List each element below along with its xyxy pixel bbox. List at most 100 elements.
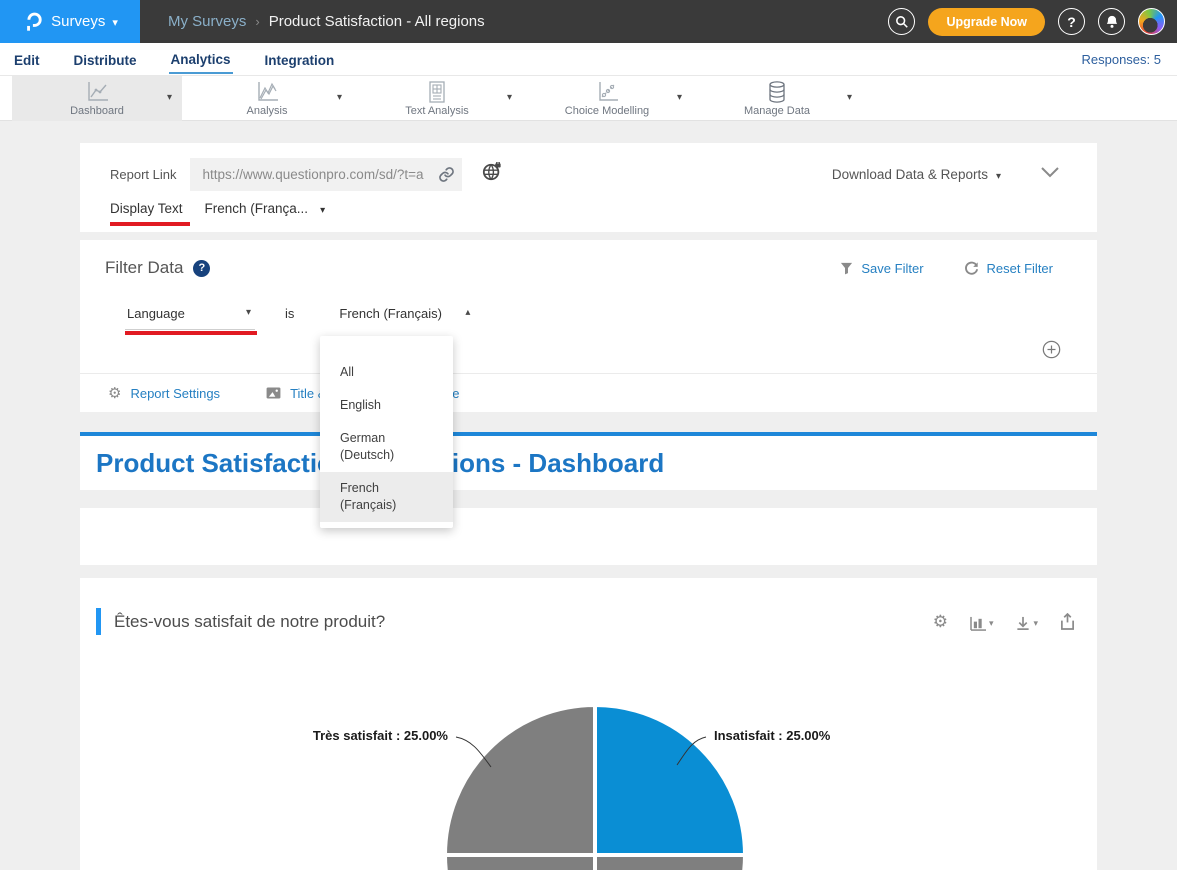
questionpro-logo-icon [22,10,44,34]
breadcrumb-my-surveys[interactable]: My Surveys [168,13,246,30]
filter-value: French (Français) [339,306,442,321]
search-icon [895,15,909,29]
tool-choice-modelling[interactable]: Choice Modelling [522,76,692,121]
display-language-value: French (França... [205,201,309,216]
active-field-underline [125,331,257,335]
pie-chart-area: Très satisfait : 25.00% Insatisfait : 25.… [80,690,1097,870]
chart-download-button[interactable] [1015,613,1038,631]
link-icon[interactable] [438,166,455,188]
top-bar: Surveys My Surveys › Product Satisfactio… [0,0,1177,43]
refresh-icon [964,261,979,276]
nav-edit[interactable]: Edit [12,46,42,73]
notifications-button[interactable] [1098,8,1125,35]
pie-chart-svg: Très satisfait : 25.00% Insatisfait : 25.… [80,690,1097,870]
reset-filter-button[interactable]: Reset Filter [964,261,1053,276]
nav-distribute[interactable]: Distribute [72,46,139,73]
save-filter-button[interactable]: Save Filter [840,261,923,276]
question-title: Êtes-vous satisfait de notre produit? [114,612,385,632]
page: Surveys My Surveys › Product Satisfactio… [0,0,1177,870]
active-tab-underline [110,222,190,226]
chart-share-button[interactable] [1060,613,1075,630]
save-filter-label: Save Filter [861,261,923,276]
tab-display-text[interactable]: Display Text [110,201,183,226]
chevron-down-icon [246,307,251,318]
pie-label: Insatisfait : 25.00% [714,728,831,743]
language-value-dropdown: All English German (Deutsch) French (Fra… [320,336,453,528]
question-accent-bar [96,608,101,635]
tool-analysis[interactable]: Analysis [182,76,352,121]
breadcrumb-current: Product Satisfaction - All regions [269,13,485,30]
breadcrumb-separator-icon: › [255,14,259,29]
display-text-label: Display Text [110,201,183,216]
app-menu-label: Surveys [51,13,105,30]
help-icon: ? [1067,14,1076,30]
chevron-down-icon[interactable] [167,92,172,103]
tool-dashboard[interactable]: Dashboard [12,76,182,121]
tool-label: Text Analysis [405,105,469,117]
pie-slice[interactable] [445,855,595,870]
chevron-down-icon[interactable] [677,92,682,103]
collapse-panel-chevron[interactable] [1041,165,1059,183]
upgrade-now-button[interactable]: Upgrade Now [928,8,1045,36]
pie-slice[interactable] [445,705,595,855]
report-link-card: Report Link [80,143,1097,232]
reset-filter-label: Reset Filter [987,261,1053,276]
filter-data-title: Filter Data [105,258,183,278]
report-settings-link[interactable]: ⚙ Report Settings [108,384,220,402]
database-icon [765,80,789,104]
dropdown-option-german[interactable]: German (Deutsch) [320,422,453,472]
report-link-label: Report Link [110,167,176,182]
help-button[interactable]: ? [1058,8,1085,35]
report-link-input[interactable] [190,158,462,191]
tool-text-analysis[interactable]: Text Analysis [352,76,522,121]
plus-circle-icon [1042,340,1061,359]
filter-field-select[interactable]: Language [125,304,255,330]
gear-icon: ⚙ [108,384,121,402]
filter-value-select[interactable]: French (Français) [337,304,462,329]
nav-analytics[interactable]: Analytics [169,45,233,74]
filter-help-icon[interactable]: ? [193,260,210,277]
chevron-up-icon [465,307,470,318]
choice-modelling-icon [594,80,620,104]
report-settings-label: Report Settings [130,386,220,401]
avatar[interactable] [1138,8,1165,35]
display-language-select[interactable]: French (França... [205,201,326,226]
download-data-reports-menu[interactable]: Download Data & Reports [832,167,1001,182]
tool-label: Choice Modelling [565,105,649,117]
filter-data-card: Filter Data ? Save Filter [80,240,1097,412]
bell-icon [1105,14,1119,29]
chevron-down-icon [112,13,118,31]
download-icon [1015,616,1031,631]
pie-label: Très satisfait : 25.00% [313,728,449,743]
image-icon [266,387,281,399]
chevron-down-icon [1033,613,1038,631]
dropdown-option-english[interactable]: English [320,389,453,422]
chart-settings-button[interactable]: ⚙ [933,612,948,632]
chevron-down-icon[interactable] [337,92,342,103]
analytics-toolbar: Dashboard Analysis Text Analysis [0,76,1177,121]
tool-label: Dashboard [70,105,124,117]
text-analysis-icon [425,80,449,104]
tool-label: Analysis [247,105,288,117]
responses-count: Responses: 5 [1082,52,1162,67]
tool-label: Manage Data [744,105,810,117]
main-content: Report Link [0,121,1177,870]
surveys-app-menu[interactable]: Surveys [0,0,140,43]
pie-slice[interactable] [595,855,745,870]
globe-lock-icon[interactable] [482,162,502,187]
share-export-icon [1060,613,1075,630]
dropdown-option-all[interactable]: All [320,356,453,389]
breadcrumb: My Surveys › Product Satisfaction - All … [168,13,485,30]
bar-chart-icon [970,616,987,631]
filter-field-value: Language [127,306,185,321]
chevron-down-icon[interactable] [847,92,852,103]
funnel-icon [840,262,853,275]
chevron-down-icon[interactable] [507,92,512,103]
nav-integration[interactable]: Integration [263,46,337,73]
search-button[interactable] [888,8,915,35]
chart-type-button[interactable] [970,613,994,631]
add-filter-condition-button[interactable] [1042,340,1061,364]
tool-manage-data[interactable]: Manage Data [692,76,862,121]
chevron-down-icon [989,613,994,631]
dropdown-option-french[interactable]: French (Français) [320,472,453,522]
